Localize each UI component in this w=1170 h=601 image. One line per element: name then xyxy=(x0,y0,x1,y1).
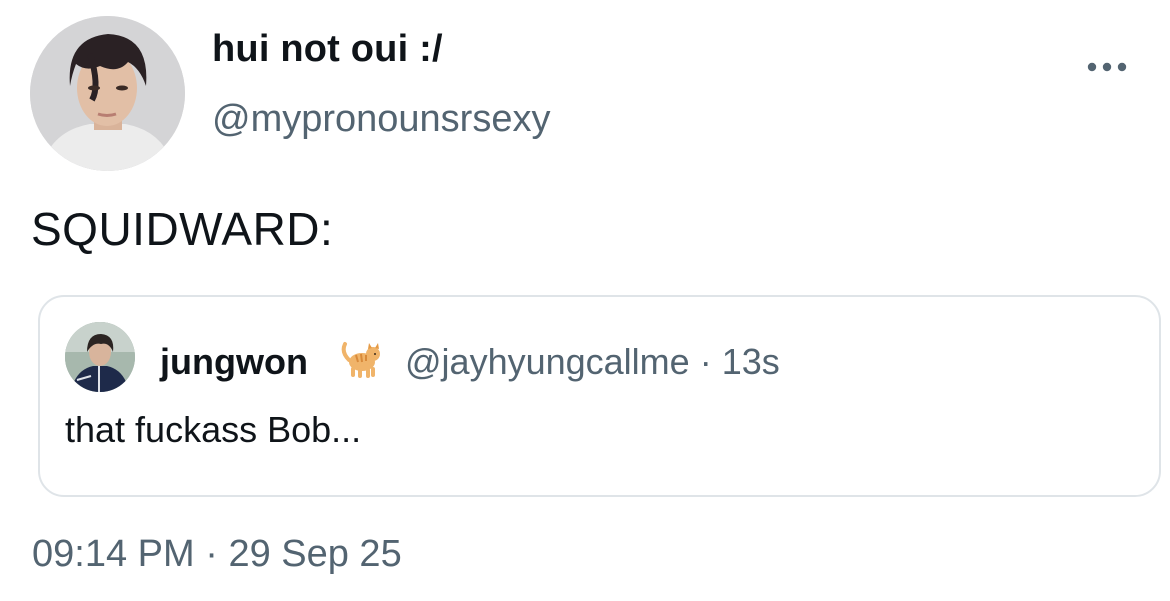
quoted-handle[interactable]: @jayhyungcallme xyxy=(405,341,690,382)
more-horizontal-icon[interactable] xyxy=(1086,57,1128,77)
quoted-age[interactable]: 13s xyxy=(722,341,780,382)
author-avatar[interactable] xyxy=(30,16,185,171)
quoted-author-avatar[interactable] xyxy=(65,322,135,392)
tweet-time: 09:14 PM xyxy=(32,533,195,575)
author-handle[interactable]: @mypronounsrsexy xyxy=(212,98,550,141)
tweet: hui not oui :/ @mypronounsrsexy SQUIDWAR… xyxy=(0,0,1170,601)
author-display-name[interactable]: hui not oui :/ xyxy=(212,28,443,71)
quoted-tweet-text: that fuckass Bob... xyxy=(65,409,362,450)
quoted-display-name[interactable]: jungwon xyxy=(160,341,308,383)
tweet-timestamp[interactable]: 09:14 PM · 29 Sep 25 xyxy=(32,533,402,576)
tweet-date: 29 Sep 25 xyxy=(228,533,402,575)
quoted-meta: @jayhyungcallme · 13s xyxy=(405,341,780,383)
meta-separator: · xyxy=(699,341,712,382)
timestamp-separator: · xyxy=(205,533,218,575)
tweet-text: SQUIDWARD: xyxy=(31,203,334,255)
cat-emoji-icon xyxy=(340,340,384,380)
quoted-tweet-card[interactable]: jungwon @jayhyungcallme · 13s that fucka… xyxy=(38,295,1161,497)
